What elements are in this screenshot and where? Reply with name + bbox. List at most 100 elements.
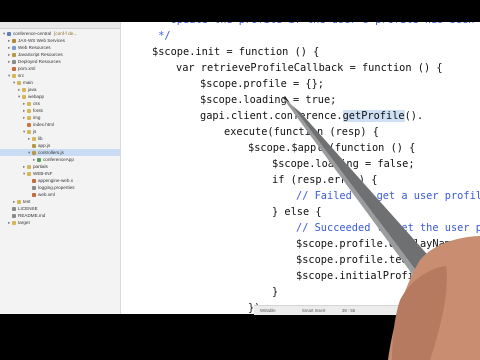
file-icon (12, 45, 16, 50)
tree-item-label: css (33, 101, 40, 106)
code-text: if (resp.error) { (272, 174, 378, 186)
tree-item-label: js (33, 129, 37, 134)
tree-item-label: img (33, 115, 41, 120)
file-icon (22, 94, 26, 99)
code-line: $scope.profile.displayName = resp.result… (296, 236, 480, 252)
code-text: (). (404, 110, 424, 122)
code-line: $scope.initialProfile = resp.result; (296, 268, 480, 284)
code-line: } else { (272, 204, 322, 220)
tree-item[interactable]: ▸ img (0, 114, 120, 121)
tree-item[interactable]: ▾ conference-central [conf-f de... (0, 30, 120, 37)
tree-item-label: fonts (33, 108, 43, 113)
file-icon (27, 115, 31, 120)
tree-item[interactable]: ▸ conferenceApp (0, 156, 120, 163)
tree-item[interactable]: web.xml (0, 191, 120, 198)
code-line: */ (152, 28, 171, 44)
tree-item-label: README.md (18, 213, 46, 218)
file-icon (12, 73, 16, 78)
ide-window: ▾ conference-central [conf-f de... ▸ JAX-WS … (0, 22, 480, 314)
file-icon (22, 87, 26, 92)
code-comment: // Succeeded to get the user profile. (296, 222, 480, 234)
tree-item[interactable]: ▸ java (0, 86, 120, 93)
file-icon (32, 150, 36, 155)
file-icon (12, 206, 16, 211)
tree-item-label: LICENSE (18, 206, 38, 211)
file-icon (27, 101, 31, 106)
tree-item[interactable]: ▾ WEB-INF (0, 170, 120, 177)
file-icon (17, 199, 21, 204)
code-text: $scope.$apply(function () { (248, 142, 416, 154)
tree-item-label: index.html (33, 122, 54, 127)
file-icon (32, 185, 36, 190)
tree-item[interactable]: ▸ Web Resources (0, 44, 120, 51)
file-icon (12, 66, 16, 71)
tree-item[interactable]: ▾ webapp (0, 93, 120, 100)
file-icon (27, 129, 31, 134)
tree-item[interactable]: ▸ css (0, 100, 120, 107)
tree-item[interactable]: ▾ js (0, 128, 120, 135)
tree-item[interactable]: index.html (0, 121, 120, 128)
code-line: $scope.loading = false; (272, 156, 415, 172)
code-line: $scope.$apply(function () { (248, 140, 415, 156)
tree-item[interactable]: ▾ main (0, 79, 120, 86)
tree-item-label: src (18, 73, 25, 78)
file-icon (12, 38, 16, 43)
tree-item[interactable]: ▸ JAX-WS Web Services (0, 37, 120, 44)
project-explorer: ▾ conference-central [conf-f de... ▸ JAX-WS … (0, 22, 121, 314)
tree-item-label: main (23, 80, 33, 85)
file-icon (7, 31, 11, 36)
code-text: $scope.profile.displayName = resp.result… (296, 238, 480, 250)
code-line: // Succeeded to get the user profile. (296, 220, 480, 236)
tree-item-label: pom.xml (18, 66, 36, 71)
code-text: execute(function (resp) { (224, 126, 379, 138)
code-line: gapi.client.conference.getProfile(). (200, 108, 423, 124)
tree-item[interactable]: ▸ lib (0, 135, 120, 142)
tree-item[interactable]: ▾ src (0, 72, 120, 79)
code-line: $scope.loading = true; (200, 92, 336, 108)
tree-item[interactable]: logging.properties (0, 184, 120, 191)
code-text: $scope.profile = {}; (200, 78, 324, 90)
tree-item[interactable]: ▸ Deployed Resources (0, 58, 120, 65)
code-editor[interactable]: /** * Update the profile if the user's p… (132, 22, 480, 314)
file-icon (17, 80, 21, 85)
tree-item-label: controllers.js (38, 150, 64, 155)
file-icon (32, 192, 36, 197)
code-text: $scope.loading = false; (272, 158, 415, 170)
tree-item-label: WEB-INF (33, 171, 53, 176)
code-text: } (272, 286, 279, 298)
code-line: $scope.init = function () { (152, 44, 319, 60)
code-selection: getProfile (342, 110, 405, 122)
tree-item-label: logging.properties (38, 185, 75, 190)
tree-item-label: Web Resources (18, 45, 51, 50)
tree-item[interactable]: ▸ fonts (0, 107, 120, 114)
tree-item[interactable]: LICENSE (0, 205, 120, 212)
file-icon (32, 143, 36, 148)
code-text: $scope.profile.teeShirtSize = resp.resul… (296, 254, 476, 266)
tree-item-label: appengine-web.x (38, 178, 73, 183)
tree-item[interactable]: appengine-web.x (0, 177, 120, 184)
file-icon (27, 164, 31, 169)
status-mode: Writable (260, 308, 276, 313)
tree-item-label: web.xml (38, 192, 55, 197)
tree-item[interactable]: ▾ controllers.js (0, 149, 120, 156)
tree-item[interactable]: ▸ JavaScript Resources (0, 51, 120, 58)
code-text: gapi.client.conference. (200, 110, 343, 122)
tree-item-label: Deployed Resources (18, 59, 61, 64)
file-icon (12, 220, 16, 225)
code-text: $scope.loading = true; (200, 94, 337, 106)
code-comment: */ (152, 30, 171, 42)
code-line: $scope.profile.teeShirtSize = resp.resul… (296, 252, 480, 268)
tree-item[interactable]: ▸ target (0, 219, 120, 226)
tree-item[interactable]: app.js (0, 142, 120, 149)
code-line: if (resp.error) { (272, 172, 377, 188)
tree-item[interactable]: pom.xml (0, 65, 120, 72)
code-comment: // Failed to get a user profile. (296, 190, 480, 202)
tree-item[interactable]: ▸ test (0, 198, 120, 205)
tree-item[interactable]: README.md (0, 212, 120, 219)
tree-item-label: partials (33, 164, 48, 169)
tree-item[interactable]: ▸ partials (0, 163, 120, 170)
file-icon (27, 108, 31, 113)
tree-item-label: conference-central (13, 31, 52, 36)
status-cursor-position: 39 : 55 (342, 308, 356, 313)
code-line: } (272, 284, 278, 300)
